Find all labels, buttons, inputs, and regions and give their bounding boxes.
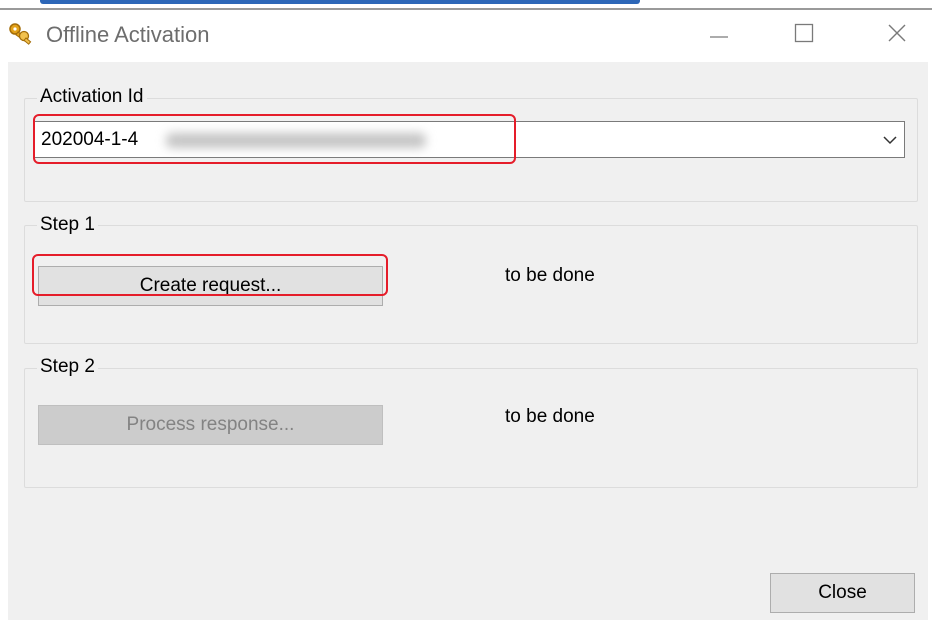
- close-icon: [886, 22, 908, 49]
- maximize-icon: [793, 22, 815, 49]
- cropped-title-underline: [40, 0, 640, 4]
- process-response-button: Process response...: [38, 405, 383, 445]
- step2-label: Step 2: [37, 356, 98, 378]
- minimize-icon: [708, 22, 730, 49]
- create-request-highlight: [32, 254, 388, 296]
- keys-icon: [8, 22, 34, 46]
- close-window-button[interactable]: [866, 10, 928, 60]
- maximize-button[interactable]: [773, 10, 835, 60]
- top-edge: [0, 0, 932, 10]
- step1-status: to be done: [505, 265, 595, 286]
- close-button[interactable]: Close: [770, 573, 915, 613]
- window-title: Offline Activation: [46, 22, 210, 47]
- offline-activation-window: Offline Activation Activation Id 202004-: [0, 10, 932, 626]
- title-bar[interactable]: Offline Activation: [0, 10, 932, 60]
- dialog-body: Activation Id 202004-1-4 Step 1 Create r…: [8, 62, 928, 620]
- activation-id-highlight: [33, 114, 516, 164]
- activation-id-label: Activation Id: [37, 86, 147, 108]
- minimize-button[interactable]: [688, 10, 750, 60]
- step1-label: Step 1: [37, 214, 98, 236]
- step2-status: to be done: [505, 406, 595, 427]
- chevron-down-icon[interactable]: [882, 133, 898, 152]
